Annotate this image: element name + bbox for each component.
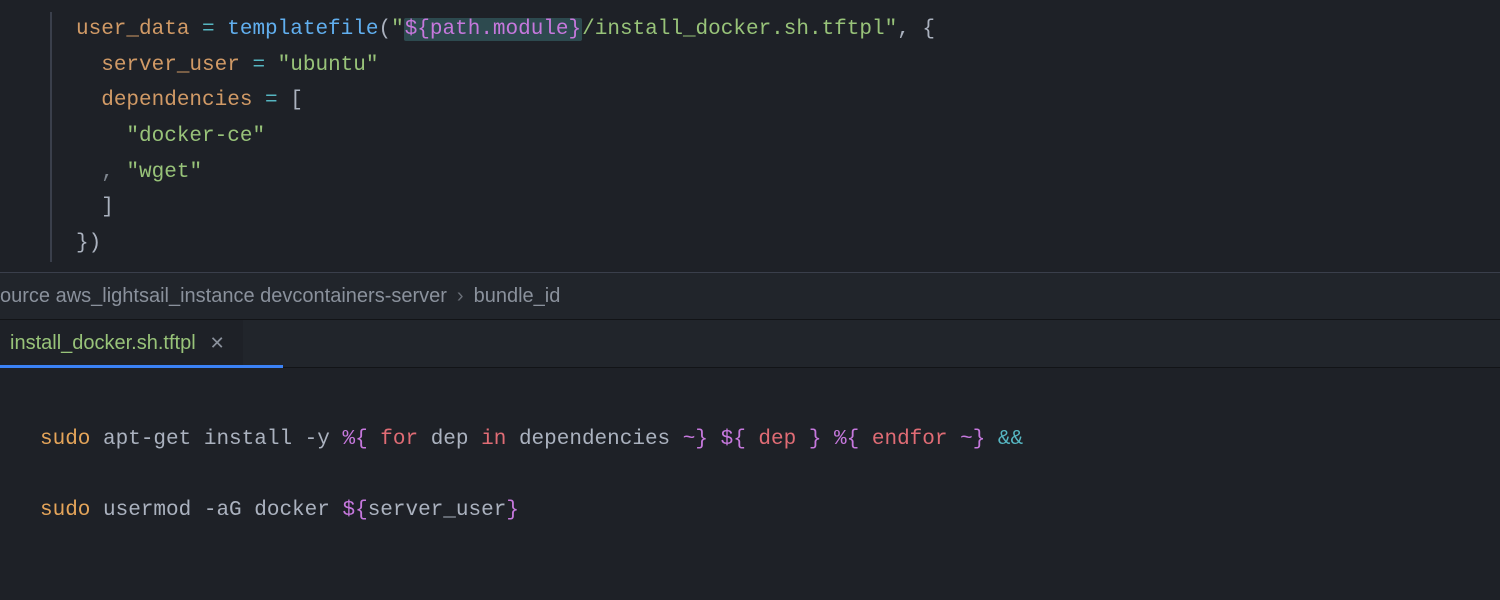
- interp-var: server_user: [368, 499, 507, 522]
- identifier: server_user: [101, 54, 240, 77]
- interp-close: }: [809, 428, 822, 451]
- paren-open: (: [378, 18, 391, 41]
- directive-close: ~}: [670, 428, 708, 451]
- directive-open: %{: [342, 428, 367, 451]
- code-line: dependencies = [: [0, 83, 1500, 119]
- code-line: user_data = templatefile("${path.module}…: [0, 12, 1500, 48]
- interp-var: dep: [746, 428, 809, 451]
- code-line: "docker-ce": [0, 119, 1500, 155]
- code-line: , "wget": [0, 155, 1500, 191]
- keyword-for: for: [368, 428, 431, 451]
- interp-open: ${: [405, 18, 430, 41]
- editor-pane-top[interactable]: user_data = templatefile("${path.module}…: [0, 0, 1500, 272]
- operator-eq: =: [189, 18, 227, 41]
- code-line: server_user = "ubuntu": [0, 48, 1500, 84]
- string-tail: /install_docker.sh.tftpl: [582, 18, 884, 41]
- args: apt-get install -y: [90, 428, 342, 451]
- var: dep: [431, 428, 469, 451]
- comma-brace: , {: [897, 18, 935, 41]
- string-quote: ": [391, 18, 404, 41]
- code-line: sudo usermod -aG docker ${server_user}: [40, 493, 1500, 529]
- breadcrumb-segment[interactable]: ource aws_lightsail_instance devcontaine…: [0, 279, 447, 313]
- code-line: }): [0, 226, 1500, 262]
- brace-paren-close: }): [76, 232, 101, 255]
- bracket-close: ]: [101, 196, 114, 219]
- code-line: sudo apt-get install -y %{ for dep in de…: [40, 422, 1500, 458]
- identifier: dependencies: [101, 89, 252, 112]
- tab-active-indicator: [0, 365, 283, 368]
- command: sudo: [40, 499, 90, 522]
- string: "ubuntu": [278, 54, 379, 77]
- operator-eq: =: [240, 54, 278, 77]
- interp-open: ${: [721, 428, 746, 451]
- highlighted-interp: ${path.module}: [404, 18, 582, 41]
- interp-close: }: [506, 499, 519, 522]
- interp-close: }: [569, 18, 582, 41]
- keyword-in: in: [469, 428, 519, 451]
- args: usermod -aG docker: [90, 499, 342, 522]
- operator-eq: =: [252, 89, 290, 112]
- string: "wget": [126, 161, 202, 184]
- tab-install-docker[interactable]: install_docker.sh.tftpl ✕: [0, 320, 243, 367]
- command: sudo: [40, 428, 90, 451]
- tab-bar: install_docker.sh.tftpl ✕: [0, 320, 1500, 368]
- breadcrumb[interactable]: ource aws_lightsail_instance devcontaine…: [0, 272, 1500, 320]
- code-line: ]: [0, 190, 1500, 226]
- close-icon[interactable]: ✕: [210, 328, 225, 359]
- breadcrumb-segment[interactable]: bundle_id: [474, 279, 561, 313]
- editor-pane-bottom[interactable]: sudo apt-get install -y %{ for dep in de…: [0, 368, 1500, 564]
- interp-open: ${: [342, 499, 367, 522]
- comma: ,: [101, 161, 126, 184]
- directive-open: %{: [834, 428, 859, 451]
- string: "docker-ce": [126, 125, 265, 148]
- keyword-endfor: endfor: [859, 428, 960, 451]
- string-quote: ": [885, 18, 898, 41]
- chevron-right-icon: ›: [457, 279, 464, 313]
- identifier: user_data: [76, 18, 189, 41]
- bracket-open: [: [290, 89, 303, 112]
- function-call: templatefile: [227, 18, 378, 41]
- var: dependencies: [519, 428, 670, 451]
- directive-close: ~}: [960, 428, 985, 451]
- indent-guide: [50, 12, 52, 262]
- operator-and: &&: [985, 428, 1023, 451]
- interp-body: path.module: [430, 18, 569, 41]
- tab-label: install_docker.sh.tftpl: [10, 326, 196, 360]
